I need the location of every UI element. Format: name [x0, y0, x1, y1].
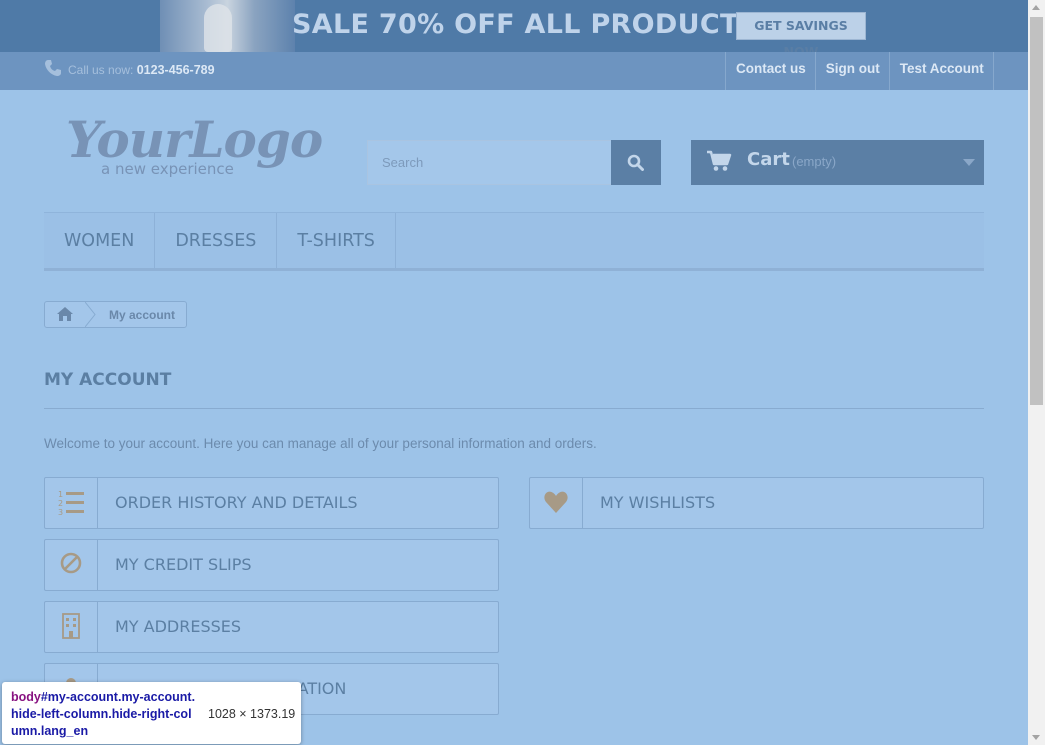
menu-item-t-shirts[interactable]: T-SHIRTS [277, 213, 396, 269]
list-ol-icon: 123 [45, 478, 98, 528]
call-us-text: Call us now: 0123-456-789 [68, 63, 215, 77]
account-link[interactable]: Test Account [888, 52, 994, 90]
banner-text: SALE 70% OFF ALL PRODUCTS [292, 9, 759, 40]
menu-item-dresses[interactable]: DRESSES [155, 213, 278, 269]
search-form [367, 140, 661, 185]
ban-icon [45, 540, 98, 590]
banner-model-image [160, 0, 295, 52]
get-savings-button[interactable]: GET SAVINGS NOW [736, 12, 866, 52]
tooltip-tag: body [11, 690, 41, 704]
order-history-button[interactable]: 123 ORDER HISTORY AND DETAILS [44, 477, 499, 529]
svg-text:1: 1 [58, 490, 63, 499]
breadcrumb: My account [44, 301, 187, 328]
scroll-down-arrow-icon[interactable] [1032, 735, 1040, 740]
vertical-scrollbar[interactable] [1028, 0, 1045, 745]
call-us-label: Call us now: [68, 63, 134, 77]
breadcrumb-separator [85, 302, 96, 327]
search-icon [627, 154, 644, 171]
cart-icon [707, 150, 732, 171]
top-links: Contact us Sign out Test Account [725, 52, 994, 90]
credit-slips-label: MY CREDIT SLIPS [115, 555, 252, 574]
phone-icon [44, 59, 62, 77]
search-button[interactable] [611, 140, 661, 185]
promo-banner[interactable]: SALE 70% OFF ALL PRODUCTS GET SAVINGS NO… [0, 0, 1028, 52]
sign-out-link[interactable]: Sign out [814, 52, 889, 90]
heart-icon [530, 478, 583, 528]
search-input[interactable] [367, 140, 612, 185]
scrollbar-thumb[interactable] [1030, 17, 1043, 405]
cart-button[interactable]: Cart (empty) [691, 140, 984, 185]
breadcrumb-current: My account [109, 308, 176, 322]
wishlists-button[interactable]: MY WISHLISTS [529, 477, 984, 529]
addresses-button[interactable]: MY ADDRESSES [44, 601, 499, 653]
chevron-down-icon [963, 159, 975, 166]
order-history-label: ORDER HISTORY AND DETAILS [115, 493, 358, 512]
wishlists-label: MY WISHLISTS [600, 493, 716, 512]
home-icon [57, 307, 73, 321]
top-nav-bar: Call us now: 0123-456-789 Contact us Sig… [0, 52, 1028, 90]
tooltip-size: 1028 × 1373.19 [208, 707, 296, 721]
menu-item-women[interactable]: WOMEN [44, 213, 156, 269]
welcome-text: Welcome to your account. Here you can ma… [44, 436, 597, 451]
contact-us-link[interactable]: Contact us [725, 52, 815, 90]
cart-label: Cart [747, 149, 790, 170]
page-title: MY ACCOUNT [44, 370, 984, 409]
tooltip-selector: body#my-account.my-account.hide-left-col… [11, 689, 199, 740]
svg-text:3: 3 [58, 508, 63, 517]
devtools-element-tooltip: body#my-account.my-account.hide-left-col… [2, 682, 301, 744]
phone-number: 0123-456-789 [136, 63, 215, 77]
logo-tagline: a new experience [101, 160, 234, 178]
scroll-up-arrow-icon[interactable] [1032, 5, 1040, 10]
cart-status: (empty) [792, 154, 837, 169]
main-menu: WOMEN DRESSES T-SHIRTS [44, 212, 984, 271]
building-icon [45, 602, 98, 652]
breadcrumb-home[interactable] [45, 302, 85, 327]
site-logo[interactable]: YourLogo a new experience [62, 110, 323, 182]
addresses-label: MY ADDRESSES [115, 617, 242, 636]
svg-text:2: 2 [58, 499, 63, 508]
credit-slips-button[interactable]: MY CREDIT SLIPS [44, 539, 499, 591]
